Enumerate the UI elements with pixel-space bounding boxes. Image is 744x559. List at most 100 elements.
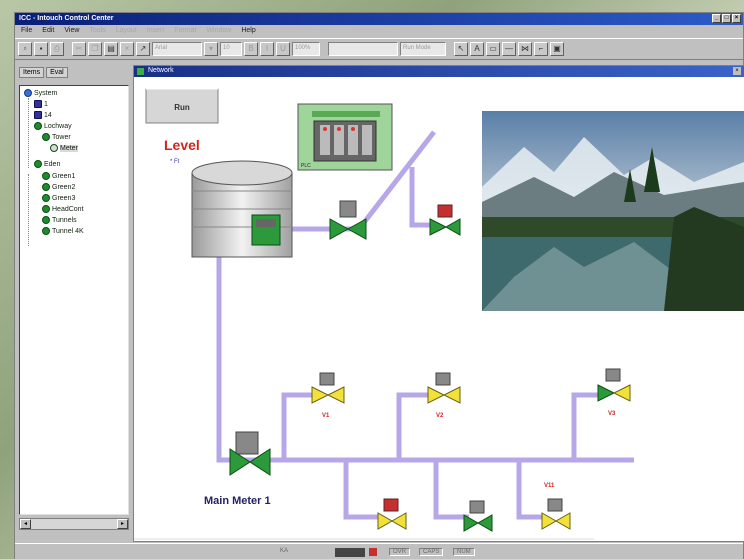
cut-icon[interactable]: ✂ bbox=[72, 42, 86, 56]
canvas-title-bar[interactable]: Network × bbox=[134, 66, 744, 77]
valve-lower-1[interactable] bbox=[377, 498, 407, 530]
mode-select[interactable]: Run Mode bbox=[400, 42, 446, 56]
tree-item-tower[interactable]: Tower bbox=[42, 133, 71, 141]
tree-item-lochway[interactable]: Lochway bbox=[34, 122, 72, 130]
project-pane: Items Eval System 1 14 Lochway Tower Met… bbox=[17, 63, 131, 538]
tab-items[interactable]: Items bbox=[19, 67, 45, 78]
valve-upper-right[interactable] bbox=[429, 204, 461, 236]
tree-item-meter[interactable]: Meter bbox=[50, 144, 78, 152]
pointer-icon[interactable]: ↖ bbox=[454, 42, 468, 56]
valve-label: V1 bbox=[322, 413, 330, 419]
station-icon bbox=[42, 133, 50, 141]
bold-icon[interactable]: B bbox=[244, 42, 258, 56]
station-icon bbox=[42, 205, 50, 213]
zoom-select[interactable]: 100% bbox=[292, 42, 320, 56]
tree-horizontal-scrollbar[interactable]: ◂ ▸ bbox=[19, 518, 129, 530]
close-button[interactable]: × bbox=[732, 14, 741, 23]
station-icon bbox=[42, 172, 50, 180]
status-graph-icon bbox=[335, 548, 365, 557]
underline-icon[interactable]: U bbox=[276, 42, 290, 56]
tree-item-label: Tower bbox=[52, 133, 71, 141]
valve-v11[interactable]: V11 bbox=[541, 483, 571, 530]
station-icon bbox=[42, 227, 50, 235]
canvas-window: Network × Run Level * Ft PLC V1 V2 V3 V1… bbox=[133, 65, 744, 542]
plc-label: PLC bbox=[301, 163, 311, 169]
process-diagram: Run Level * Ft PLC V1 V2 V3 V11 Main Met… bbox=[134, 88, 744, 540]
tree-item-label: Green2 bbox=[52, 183, 76, 191]
menu-help[interactable]: Help bbox=[241, 27, 255, 36]
valve-label: V2 bbox=[436, 413, 444, 419]
tree-item-eden[interactable]: Eden bbox=[34, 160, 60, 168]
dropdown-icon[interactable]: ▾ bbox=[204, 42, 218, 56]
font-select[interactable]: Arial bbox=[152, 42, 202, 56]
module-icon bbox=[34, 100, 42, 108]
tree-item-1[interactable]: 1 bbox=[34, 100, 48, 108]
title-bar[interactable]: ICC - Intouch Control Center _ □ × bbox=[15, 13, 743, 25]
tree-item-tunnel-4k[interactable]: Tunnel 4K bbox=[42, 227, 84, 235]
text-tool-icon[interactable]: A bbox=[470, 42, 484, 56]
tree-item-14[interactable]: 14 bbox=[34, 111, 52, 119]
tree-item-label: Green1 bbox=[52, 172, 76, 180]
toolbar: ▫ ▪ ⎙ ✂ ❐ ▤ × ↗ Arial ▾ 10 B I U 100% Ru… bbox=[15, 38, 743, 60]
status-num: NUM bbox=[453, 548, 475, 556]
run-button[interactable]: Run bbox=[145, 88, 219, 124]
menu-insert[interactable]: Insert bbox=[147, 27, 165, 36]
menu-format[interactable]: Format bbox=[174, 27, 196, 36]
run-button-label: Run bbox=[174, 103, 190, 112]
water-tank[interactable] bbox=[191, 160, 293, 258]
valve-tool-icon[interactable]: ⋈ bbox=[518, 42, 532, 56]
tab-eval[interactable]: Eval bbox=[46, 67, 68, 78]
pipe-tool-icon[interactable]: ⌐ bbox=[534, 42, 548, 56]
italic-icon[interactable]: I bbox=[260, 42, 274, 56]
menu-tools[interactable]: Tools bbox=[89, 27, 105, 36]
station-icon bbox=[34, 122, 42, 130]
main-meter-valve[interactable] bbox=[229, 431, 271, 476]
menu-window[interactable]: Window bbox=[206, 27, 231, 36]
print-icon[interactable]: ⎙ bbox=[50, 42, 64, 56]
valve-v3[interactable]: V3 bbox=[597, 368, 631, 417]
canvas-close-icon[interactable]: × bbox=[733, 67, 741, 75]
tree-item-green3[interactable]: Green3 bbox=[42, 194, 75, 202]
minimize-button[interactable]: _ bbox=[712, 14, 721, 23]
delete-icon[interactable]: × bbox=[120, 42, 134, 56]
plc-panel[interactable]: PLC bbox=[297, 103, 393, 171]
rectangle-tool-icon[interactable]: ▭ bbox=[486, 42, 500, 56]
menu-file[interactable]: File bbox=[21, 27, 32, 36]
menu-edit[interactable]: Edit bbox=[42, 27, 54, 36]
valve-v2[interactable]: V2 bbox=[427, 372, 461, 419]
level-value: * Ft bbox=[170, 159, 180, 165]
tree-item-headcont[interactable]: HeadCont bbox=[42, 205, 84, 213]
valve-inlet[interactable] bbox=[329, 200, 367, 240]
menu-layout[interactable]: Layout bbox=[116, 27, 137, 36]
valve-label: V3 bbox=[608, 411, 616, 417]
main-meter-label: Main Meter 1 bbox=[204, 495, 271, 507]
tree-item-tunnels[interactable]: Tunnels bbox=[42, 216, 77, 224]
menu-view[interactable]: View bbox=[64, 27, 79, 36]
tree-item-label: 1 bbox=[44, 100, 48, 108]
line-tool-icon[interactable]: — bbox=[502, 42, 516, 56]
tree-item-system[interactable]: System bbox=[24, 89, 57, 97]
station-icon bbox=[34, 160, 42, 168]
blank-field[interactable] bbox=[328, 42, 398, 56]
tree-item-label: Lochway bbox=[44, 122, 72, 130]
valve-v1[interactable]: V1 bbox=[311, 372, 345, 419]
new-icon[interactable]: ▫ bbox=[18, 42, 32, 56]
tree-item-green1[interactable]: Green1 bbox=[42, 172, 75, 180]
scroll-left-icon[interactable]: ◂ bbox=[20, 519, 31, 529]
valve-label: V11 bbox=[544, 483, 555, 489]
window-controls: _ □ × bbox=[712, 14, 741, 23]
tree-item-green2[interactable]: Green2 bbox=[42, 183, 75, 191]
status-left: KA bbox=[280, 548, 289, 554]
level-label: Level bbox=[164, 137, 200, 153]
system-icon bbox=[24, 89, 32, 97]
maximize-button[interactable]: □ bbox=[722, 14, 731, 23]
chart-icon[interactable]: ↗ bbox=[136, 42, 150, 56]
menu-bar: File Edit View Tools Layout Insert Forma… bbox=[15, 25, 743, 38]
paste-icon[interactable]: ▤ bbox=[104, 42, 118, 56]
save-icon[interactable]: ▪ bbox=[34, 42, 48, 56]
tree-item-label: Eden bbox=[44, 160, 61, 168]
copy-icon[interactable]: ❐ bbox=[88, 42, 102, 56]
image-tool-icon[interactable]: ▣ bbox=[550, 42, 564, 56]
scroll-right-icon[interactable]: ▸ bbox=[117, 519, 128, 529]
size-select[interactable]: 10 bbox=[220, 42, 242, 56]
